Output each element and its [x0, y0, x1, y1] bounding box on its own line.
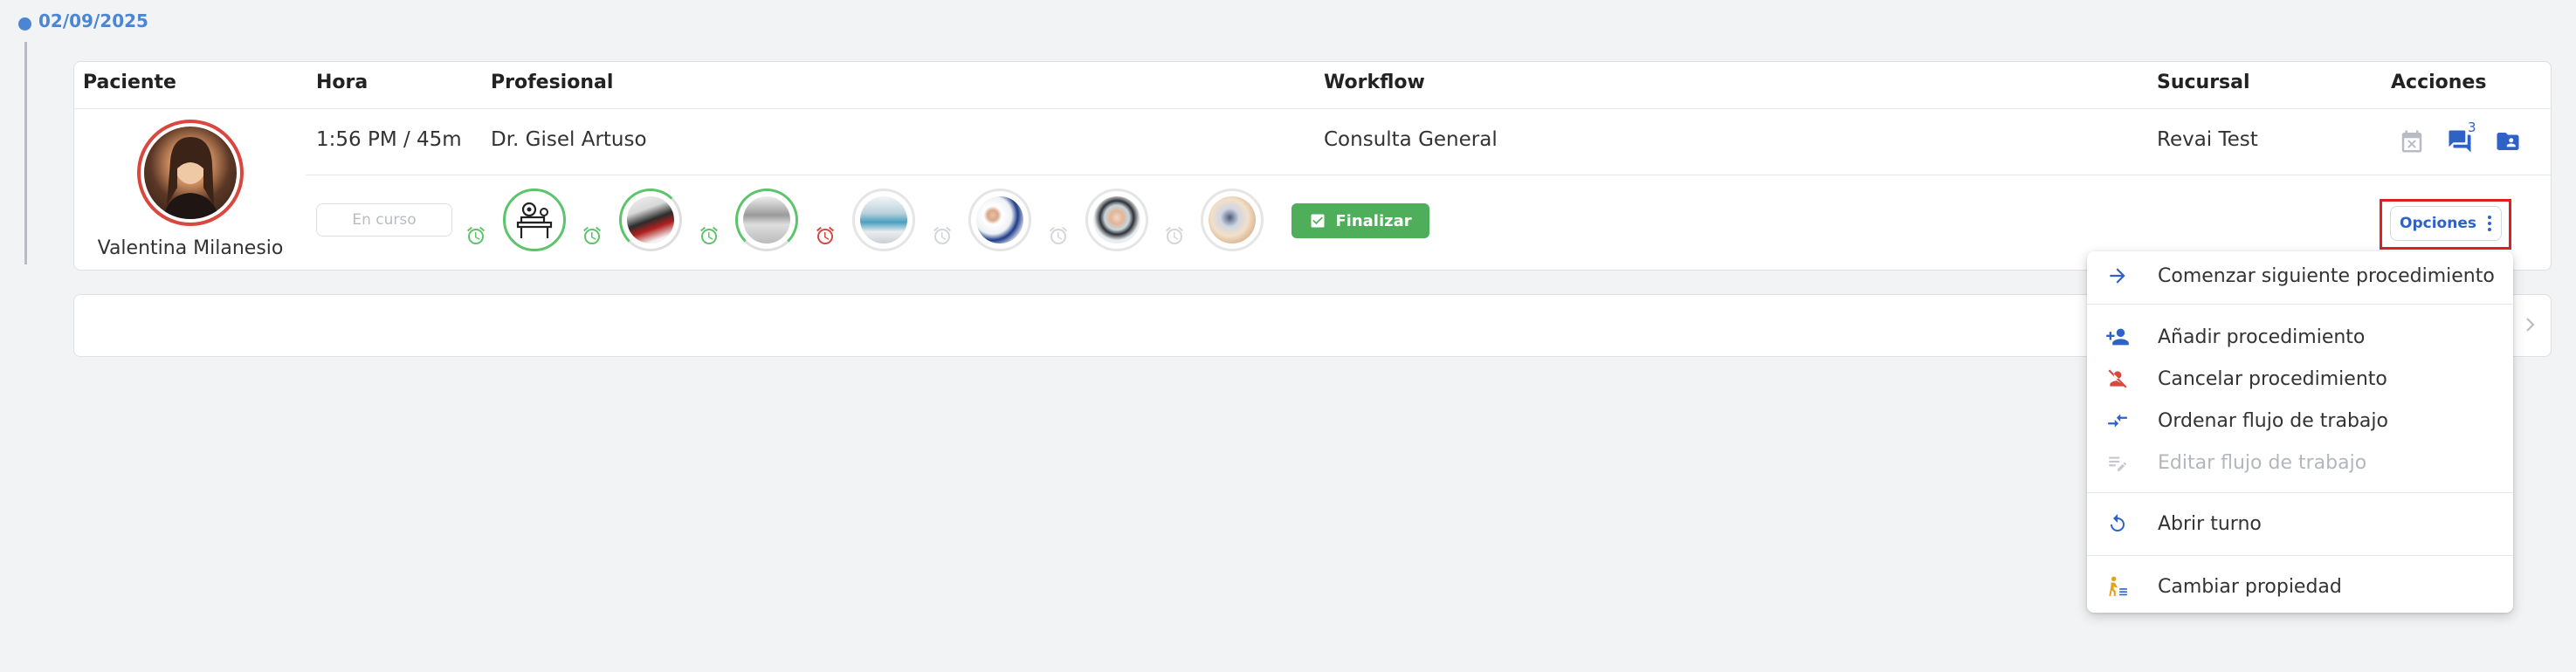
- menu-item-edit-workflow: Editar flujo de trabajo: [2087, 443, 2513, 482]
- arrow-right-icon: [2105, 264, 2130, 288]
- alarm-green-icon: [582, 225, 603, 246]
- checkbox-icon: [1311, 214, 1325, 228]
- header-workflow: Workflow: [1324, 72, 1425, 93]
- procedure-step-4[interactable]: [852, 189, 915, 251]
- menu-item-label: Ordenar flujo de trabajo: [2158, 409, 2388, 432]
- swap-icon: [2105, 408, 2130, 433]
- alarm-gray-icon: [1164, 225, 1185, 246]
- menu-item-order-workflow[interactable]: Ordenar flujo de trabajo: [2087, 401, 2513, 440]
- menu-item-open-appointment[interactable]: Abrir turno: [2087, 504, 2513, 543]
- procedure-step-7[interactable]: [1201, 189, 1264, 251]
- menu-item-label: Añadir procedimiento: [2158, 326, 2366, 348]
- more-vert-icon: [2487, 216, 2491, 231]
- menu-item-label: Cancelar procedimiento: [2158, 367, 2387, 390]
- options-button[interactable]: Opciones: [2390, 206, 2502, 241]
- avatar[interactable]: [144, 127, 237, 219]
- procedure-step-3[interactable]: [735, 189, 798, 251]
- branch-name: Revai Test: [2157, 128, 2258, 151]
- procedure-step-6[interactable]: [1085, 189, 1148, 251]
- row-divider: [74, 108, 2551, 109]
- cancel-calendar-icon[interactable]: [2399, 128, 2425, 154]
- menu-item-start-next[interactable]: Comenzar siguiente procedimiento: [2087, 257, 2513, 295]
- alarm-green-icon: [465, 225, 486, 246]
- messages-badge: 3: [2468, 120, 2476, 135]
- patient-name[interactable]: Valentina Milanesio: [79, 237, 302, 259]
- person-add-icon: [2105, 325, 2130, 349]
- menu-item-cancel-procedure[interactable]: Cancelar procedimiento: [2087, 360, 2513, 398]
- timeline-dot: [18, 17, 31, 31]
- timeline-date: 02/09/2025: [38, 10, 148, 31]
- menu-item-add-procedure[interactable]: Añadir procedimiento: [2087, 318, 2513, 356]
- status-pill: En curso: [316, 203, 452, 237]
- alarm-gray-icon: [1048, 225, 1069, 246]
- alarm-green-icon: [699, 225, 720, 246]
- finalize-button[interactable]: Finalizar: [1291, 203, 1429, 238]
- menu-divider: [2087, 555, 2513, 556]
- menu-item-label: Editar flujo de trabajo: [2158, 451, 2367, 474]
- header-patient: Paciente: [83, 72, 176, 93]
- procedure-step-1[interactable]: [503, 189, 566, 251]
- menu-divider: [2087, 304, 2513, 305]
- professional-name: Dr. Gisel Artuso: [491, 128, 647, 151]
- header-branch: Sucursal: [2157, 72, 2250, 93]
- menu-item-label: Cambiar propiedad: [2158, 575, 2342, 598]
- header-professional: Profesional: [491, 72, 614, 93]
- alarm-red-icon: [815, 225, 836, 246]
- procedure-step-5[interactable]: [968, 189, 1031, 251]
- menu-item-change-owner[interactable]: Cambiar propiedad: [2087, 567, 2513, 606]
- person-off-icon: [2105, 367, 2130, 391]
- restart-icon: [2105, 511, 2130, 536]
- header-actions: Acciones: [2391, 72, 2487, 93]
- edit-note-icon: [2105, 450, 2130, 475]
- procedure-step-2[interactable]: [619, 189, 682, 251]
- patient-folder-icon[interactable]: [2495, 128, 2521, 154]
- menu-item-label: Comenzar siguiente procedimiento: [2158, 264, 2495, 287]
- header-time: Hora: [316, 72, 368, 93]
- chevron-right-icon[interactable]: [2522, 314, 2539, 335]
- appointment-time: 1:56 PM / 45m: [316, 128, 462, 151]
- person-transfer-icon: [2105, 574, 2130, 599]
- menu-divider: [2087, 492, 2513, 493]
- alarm-gray-icon: [932, 225, 953, 246]
- options-label: Opciones: [2400, 215, 2476, 232]
- menu-item-label: Abrir turno: [2158, 512, 2262, 535]
- workflow-name: Consulta General: [1324, 128, 1498, 151]
- timeline-line: [24, 42, 27, 264]
- finalize-label: Finalizar: [1335, 211, 1412, 230]
